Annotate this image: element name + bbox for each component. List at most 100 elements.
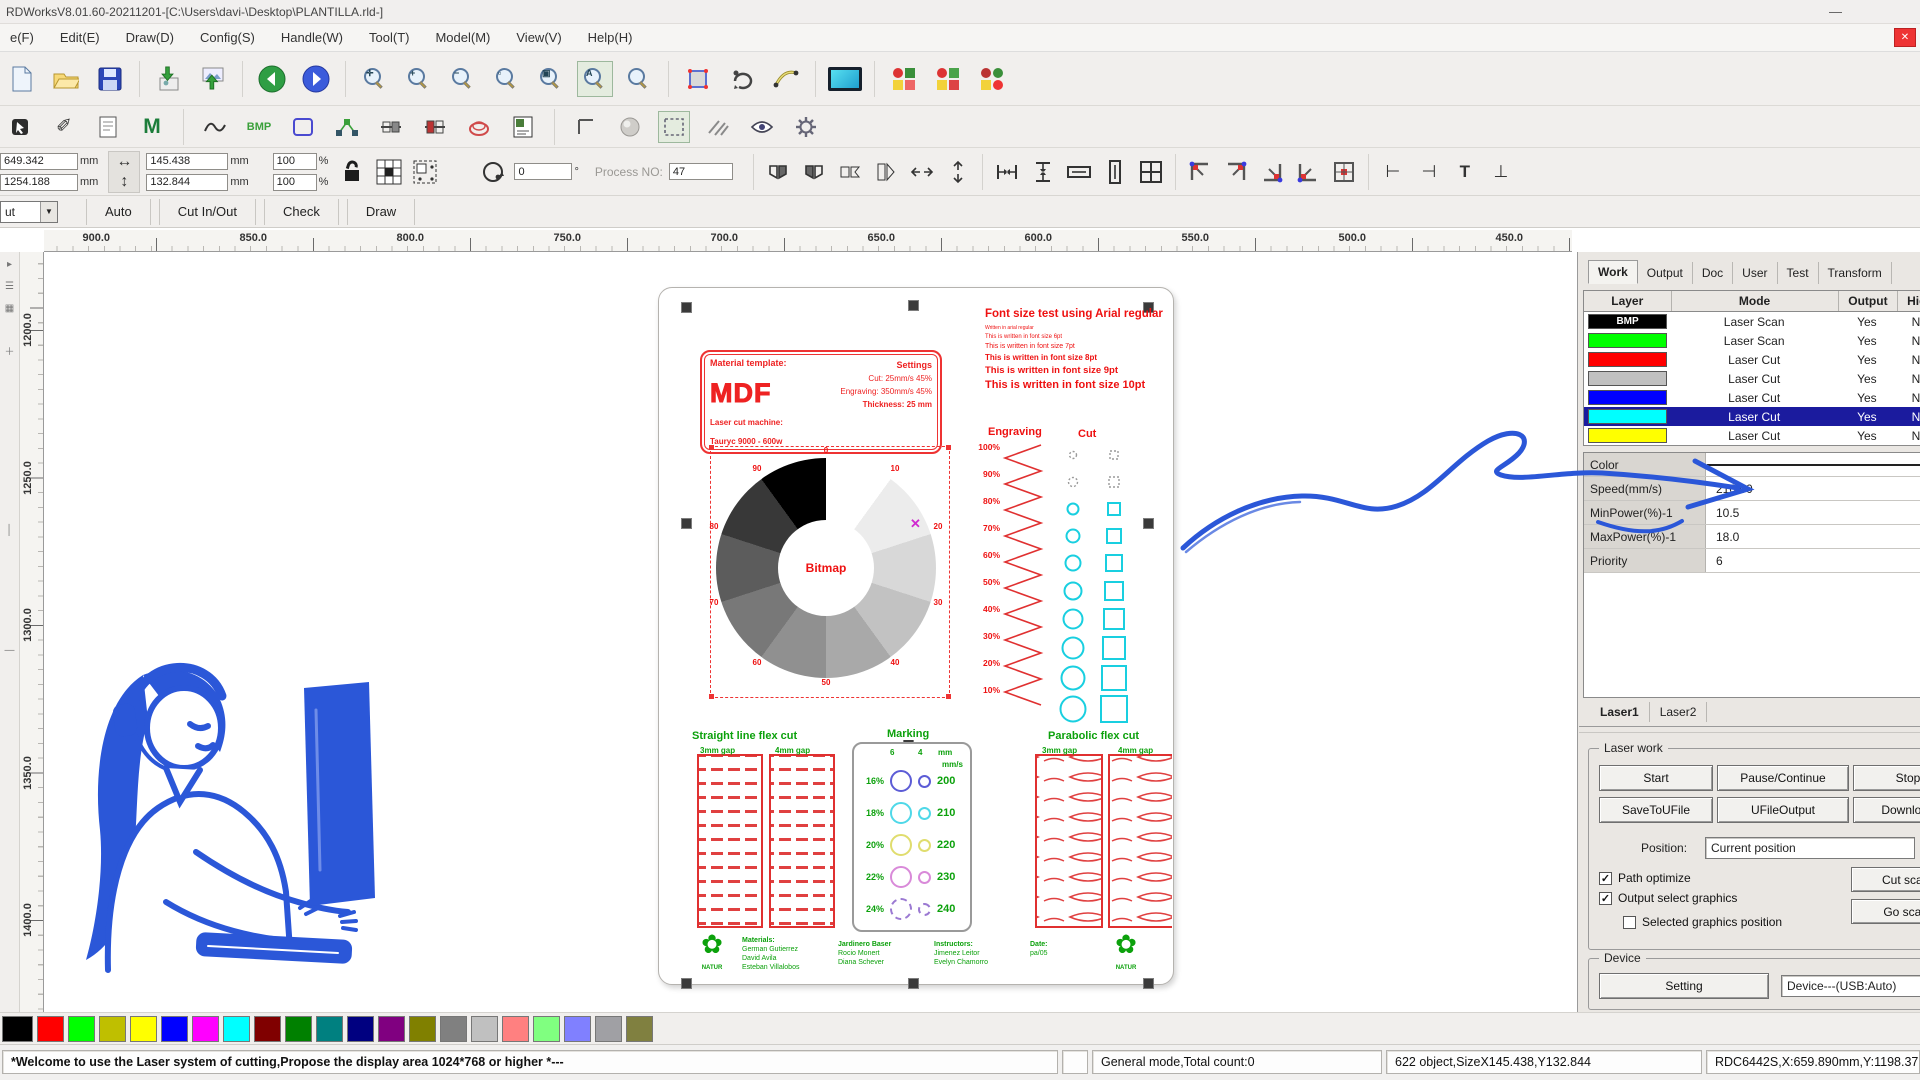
menu-draw[interactable]: Draw(D): [126, 30, 174, 45]
menu-config[interactable]: Config(S): [200, 30, 255, 45]
layer-row[interactable]: Laser Scan Yes No: [1584, 331, 1920, 350]
selected-position-checkbox[interactable]: [1623, 916, 1636, 929]
node-edit-icon[interactable]: [768, 61, 804, 97]
tab-test[interactable]: Test: [1778, 262, 1819, 284]
bmp-tool-icon[interactable]: BMP: [243, 111, 275, 143]
pick-tool-icon[interactable]: [4, 111, 36, 143]
close-document-button[interactable]: ✕: [1894, 28, 1916, 47]
tab-transform[interactable]: Transform: [1819, 262, 1892, 284]
palette-swatch[interactable]: [533, 1016, 560, 1042]
mirror-v-icon[interactable]: [871, 155, 901, 189]
tab-laser1[interactable]: Laser1: [1590, 702, 1650, 722]
text-tool-icon[interactable]: M: [136, 111, 168, 143]
tab-output[interactable]: Output: [1638, 262, 1693, 284]
save-button[interactable]: [92, 61, 128, 97]
go-scale-button[interactable]: Go scale: [1851, 899, 1920, 924]
view-forward-button[interactable]: [298, 61, 334, 97]
zoom-out-icon[interactable]: −: [445, 61, 481, 97]
selected-position-row[interactable]: Selected graphics position: [1623, 915, 1782, 929]
hatch-tool-icon[interactable]: [702, 111, 734, 143]
align-left-icon[interactable]: ⊢: [1378, 155, 1408, 189]
open-file-button[interactable]: [48, 61, 84, 97]
corner-tool-icon[interactable]: [570, 111, 602, 143]
ufile-output-button[interactable]: UFileOutput: [1717, 797, 1849, 823]
palette-swatch[interactable]: [2, 1016, 33, 1042]
preview-monitor-icon[interactable]: [827, 61, 863, 97]
download-button[interactable]: Download: [1853, 797, 1920, 823]
palette-swatch[interactable]: [378, 1016, 405, 1042]
position-y-field[interactable]: 1254.188: [0, 174, 78, 191]
select-tool-icon[interactable]: [680, 61, 716, 97]
menu-file[interactable]: e(F): [10, 30, 34, 45]
palette-swatch[interactable]: [409, 1016, 436, 1042]
node-chain-icon[interactable]: [331, 111, 363, 143]
left-tool-icon[interactable]: ▸: [1, 256, 18, 273]
text-frame-icon[interactable]: [507, 111, 539, 143]
tab-work[interactable]: Work: [1588, 260, 1638, 284]
tab-doc[interactable]: Doc: [1693, 262, 1733, 284]
cut-scale-button[interactable]: Cut scale: [1851, 867, 1920, 892]
layer-row-selected[interactable]: Laser Cut Yes No: [1584, 407, 1920, 426]
menu-tool[interactable]: Tool(T): [369, 30, 409, 45]
settings-gear-icon[interactable]: [790, 111, 822, 143]
palette-swatch[interactable]: [564, 1016, 591, 1042]
pause-continue-button[interactable]: Pause/Continue: [1717, 765, 1849, 791]
align-graphics-icon-3[interactable]: [974, 61, 1010, 97]
property-row-maxpower[interactable]: MaxPower(%)-1 18.0: [1584, 525, 1920, 549]
auto-button[interactable]: Auto: [86, 199, 151, 225]
palette-swatch[interactable]: [347, 1016, 374, 1042]
output-select-row[interactable]: ✓ Output select graphics: [1599, 891, 1737, 905]
palette-swatch[interactable]: [68, 1016, 95, 1042]
squeeze-v-icon[interactable]: [1028, 155, 1058, 189]
mirror-b-icon[interactable]: [799, 155, 829, 189]
scale-x-field[interactable]: 100: [273, 153, 317, 170]
cut-inout-button[interactable]: Cut In/Out: [159, 199, 256, 225]
squeeze-h-icon[interactable]: [992, 155, 1022, 189]
property-row-minpower[interactable]: MinPower(%)-1 10.5: [1584, 501, 1920, 525]
tab-laser2[interactable]: Laser2: [1650, 702, 1708, 722]
virtual-array-icon[interactable]: [410, 155, 440, 189]
stretch-v-icon[interactable]: [1100, 155, 1130, 189]
palette-swatch[interactable]: [471, 1016, 498, 1042]
anchor-top-left-icon[interactable]: [1185, 155, 1215, 189]
curve-tool-icon[interactable]: [199, 111, 231, 143]
align-graphics-icon-2[interactable]: [930, 61, 966, 97]
align-graphics-icon-1[interactable]: [886, 61, 922, 97]
palette-swatch[interactable]: [285, 1016, 312, 1042]
text-doc-icon[interactable]: [92, 111, 124, 143]
new-file-button[interactable]: [4, 61, 40, 97]
palette-swatch[interactable]: [130, 1016, 157, 1042]
rotate-angle-icon[interactable]: [478, 155, 508, 189]
menu-help[interactable]: Help(H): [588, 30, 633, 45]
palette-swatch[interactable]: [254, 1016, 281, 1042]
align-bottom-icon[interactable]: ⊥: [1486, 155, 1516, 189]
path-optimize-checkbox[interactable]: ✓: [1599, 872, 1612, 885]
menu-view[interactable]: View(V): [516, 30, 561, 45]
zoom-selection-icon[interactable]: ▫: [489, 61, 525, 97]
array-align-icon[interactable]: [1136, 155, 1166, 189]
property-row-speed[interactable]: Speed(mm/s) 210.00: [1584, 477, 1920, 501]
start-button[interactable]: Start: [1599, 765, 1713, 791]
left-tool-icon[interactable]: ＋: [1, 342, 18, 359]
mirror-a-icon[interactable]: [763, 155, 793, 189]
palette-swatch[interactable]: [99, 1016, 126, 1042]
zoom-window-icon[interactable]: [621, 61, 657, 97]
rotate-tool-icon[interactable]: [724, 61, 760, 97]
layer-row[interactable]: Laser Cut Yes No: [1584, 426, 1920, 445]
eye-show-icon[interactable]: [746, 111, 778, 143]
left-tool-icon[interactable]: —: [1, 642, 18, 659]
aspect-lock-icon[interactable]: [338, 155, 368, 189]
device-setting-button[interactable]: Setting: [1599, 973, 1769, 999]
layer-row[interactable]: Laser Cut Yes No: [1584, 388, 1920, 407]
palette-swatch[interactable]: [223, 1016, 250, 1042]
minimize-button[interactable]: —: [1829, 4, 1842, 19]
palette-swatch[interactable]: [192, 1016, 219, 1042]
stretch-h-icon[interactable]: [1064, 155, 1094, 189]
layer-row[interactable]: BMP Laser Scan Yes No: [1584, 312, 1920, 331]
pen-tool-icon[interactable]: ✐: [48, 111, 80, 143]
position-combo[interactable]: Current position: [1705, 837, 1915, 859]
layer-color-swatch[interactable]: [1707, 464, 1920, 466]
align-top-icon[interactable]: T: [1450, 155, 1480, 189]
menu-handle[interactable]: Handle(W): [281, 30, 343, 45]
view-back-button[interactable]: [254, 61, 290, 97]
